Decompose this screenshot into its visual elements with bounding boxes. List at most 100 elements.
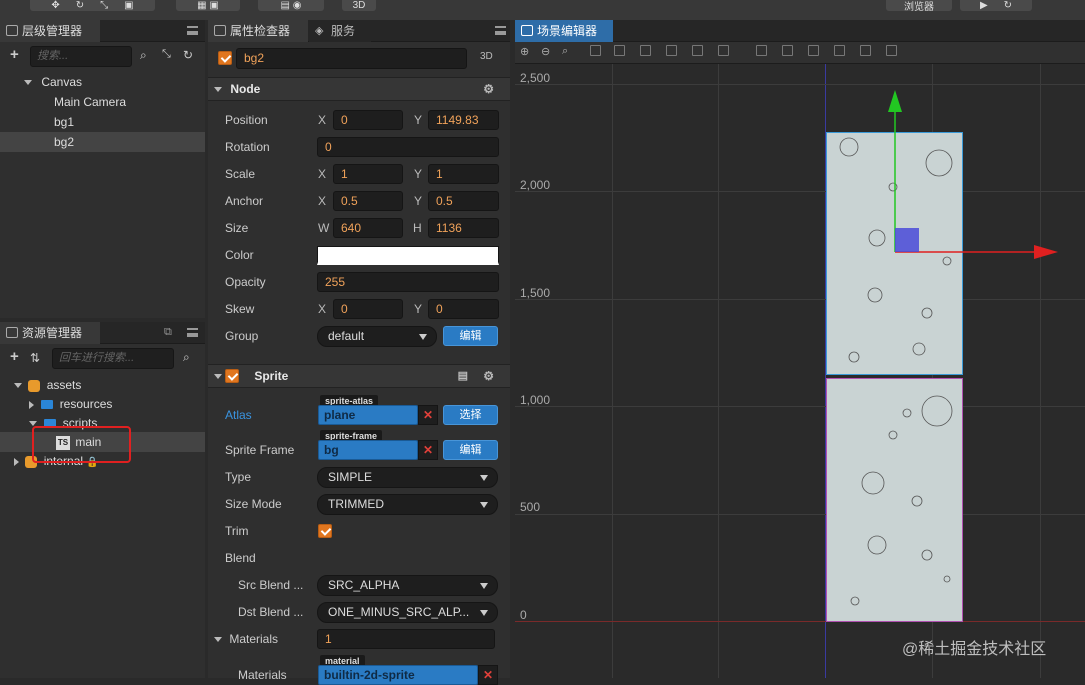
search-icon[interactable]: ⌕ — [183, 350, 190, 365]
position-y-input[interactable]: 1149.83 — [428, 110, 499, 130]
atlas-select-button[interactable]: 选择 — [443, 405, 498, 425]
assets-search-input[interactable]: 回车进行搜索... — [52, 348, 174, 369]
sprite-bg1[interactable] — [826, 378, 963, 622]
zoom-in-icon[interactable]: ⊕ — [520, 45, 529, 58]
align-left-icon[interactable] — [590, 45, 601, 56]
align-top-icon[interactable] — [666, 45, 677, 56]
size-h-input[interactable]: 1136 — [428, 218, 499, 238]
sprite-frame-edit-button[interactable]: 编辑 — [443, 440, 498, 460]
play-icon[interactable]: ▶ — [980, 0, 988, 11]
add-node-button[interactable]: + — [10, 47, 19, 63]
book-icon[interactable]: ▤ — [458, 365, 468, 387]
skew-y-input[interactable]: 0 — [428, 299, 499, 319]
opacity-input[interactable]: 255 — [317, 272, 499, 292]
tree-node-bg2[interactable]: bg2 — [0, 132, 205, 152]
sprite-section-header[interactable]: Sprite ▤ ⚙ — [208, 364, 510, 388]
align-bottom-icon[interactable] — [718, 45, 729, 56]
node-active-checkbox[interactable] — [218, 51, 232, 65]
atlas-asset-field[interactable]: plane — [318, 405, 418, 425]
node-3d-toggle[interactable]: 3D — [480, 51, 493, 62]
align-hcenter-icon[interactable] — [614, 45, 625, 56]
play-controls[interactable]: ▶ ↻ — [960, 0, 1032, 11]
distribute-bottom-icon[interactable] — [808, 45, 819, 56]
refresh-icon[interactable]: ↻ — [183, 48, 193, 62]
material-clear-icon[interactable]: ✕ — [478, 665, 498, 685]
group-edit-button[interactable]: 编辑 — [443, 326, 498, 346]
expand-icon[interactable] — [214, 87, 222, 93]
transform-tools[interactable]: ✥ ↻ ⤡ ▣ — [30, 0, 155, 11]
gizmo-x-arrow-icon[interactable] — [1034, 245, 1058, 259]
tab-hierarchy[interactable]: 层级管理器 — [0, 20, 100, 42]
asset-item-assets[interactable]: assets — [0, 375, 205, 395]
node-name-input[interactable]: bg2 — [236, 48, 467, 69]
search-icon[interactable]: ⌕ — [140, 48, 147, 63]
sort-icon[interactable]: ⇅ — [30, 351, 40, 365]
type-select[interactable]: SIMPLE — [317, 467, 498, 488]
rotation-input[interactable]: 0 — [317, 137, 499, 157]
gear-icon[interactable]: ⚙ — [483, 365, 494, 387]
group-select[interactable]: default — [317, 326, 437, 347]
gizmo-y-arrow-icon[interactable] — [888, 90, 902, 112]
sprite-frame-clear-icon[interactable]: ✕ — [418, 440, 438, 460]
sprite-enabled-checkbox[interactable] — [225, 369, 239, 383]
dst-blend-select[interactable]: ONE_MINUS_SRC_ALP... — [317, 602, 498, 623]
gizmo-center-handle[interactable] — [895, 228, 919, 252]
size-w-input[interactable]: 640 — [333, 218, 403, 238]
sprite-frame-asset-field[interactable]: bg — [318, 440, 418, 460]
atlas-clear-icon[interactable]: ✕ — [418, 405, 438, 425]
expand-icon[interactable] — [14, 383, 22, 389]
tab-services[interactable]: ◈ 服务 — [309, 20, 371, 42]
collapsed-icon[interactable] — [29, 400, 34, 409]
tab-scene-editor[interactable]: 场景编辑器 — [515, 20, 613, 42]
panel-menu-icon[interactable] — [495, 26, 506, 35]
mode-3d-button[interactable]: 3D — [342, 0, 376, 11]
collapsed-icon[interactable] — [14, 457, 19, 466]
move-gizmo[interactable] — [880, 86, 1060, 262]
expand-icon[interactable] — [214, 374, 222, 380]
anchor-x-input[interactable]: 0.5 — [333, 191, 403, 211]
color-swatch[interactable] — [317, 246, 499, 265]
material-asset-field[interactable]: builtin-2d-sprite — [318, 665, 478, 685]
move-tool-icon[interactable]: ✥ — [51, 0, 59, 11]
panel-menu-icon[interactable] — [187, 328, 198, 337]
trim-checkbox[interactable] — [318, 524, 332, 538]
zoom-out-icon[interactable]: ⊖ — [541, 45, 550, 58]
tab-inspector[interactable]: 属性检查器 — [208, 20, 308, 42]
asset-item-resources[interactable]: resources — [0, 394, 205, 414]
tree-node-main-camera[interactable]: Main Camera — [0, 92, 205, 112]
node-section-header[interactable]: Node ⚙ — [208, 77, 510, 101]
zoom-fit-icon[interactable]: ⌕ — [562, 45, 568, 58]
hierarchy-search-input[interactable]: 搜索... — [30, 46, 132, 67]
popout-icon[interactable]: ⧉ — [164, 326, 172, 339]
align-vcenter-icon[interactable] — [692, 45, 703, 56]
coord-tools[interactable]: ▤ ◉ — [258, 0, 324, 11]
distribute-hcenter-icon[interactable] — [860, 45, 871, 56]
expand-icon[interactable] — [214, 637, 222, 643]
pivot-tools[interactable]: ▦ ▣ — [176, 0, 240, 11]
distribute-top-icon[interactable] — [756, 45, 767, 56]
distribute-right-icon[interactable] — [886, 45, 897, 56]
panel-menu-icon[interactable] — [187, 26, 198, 35]
scale-x-input[interactable]: 1 — [333, 164, 403, 184]
tab-assets[interactable]: 资源管理器 — [0, 322, 100, 344]
src-blend-select[interactable]: SRC_ALPHA — [317, 575, 498, 596]
scale-tool-icon[interactable]: ⤡ — [100, 0, 108, 11]
refresh-icon[interactable]: ↻ — [1004, 0, 1012, 11]
distribute-vcenter-icon[interactable] — [782, 45, 793, 56]
scale-y-input[interactable]: 1 — [428, 164, 499, 184]
position-x-input[interactable]: 0 — [333, 110, 403, 130]
expand-icon[interactable] — [24, 80, 32, 86]
gear-icon[interactable]: ⚙ — [483, 78, 494, 100]
collapse-icon[interactable]: ⤡ — [162, 48, 171, 61]
anchor-y-input[interactable]: 0.5 — [428, 191, 499, 211]
distribute-left-icon[interactable] — [834, 45, 845, 56]
tree-node-canvas[interactable]: Canvas — [0, 72, 205, 92]
rotate-tool-icon[interactable]: ↻ — [76, 0, 84, 11]
tree-node-bg1[interactable]: bg1 — [0, 112, 205, 132]
align-right-icon[interactable] — [640, 45, 651, 56]
skew-x-input[interactable]: 0 — [333, 299, 403, 319]
size-mode-select[interactable]: TRIMMED — [317, 494, 498, 515]
preview-platform-select[interactable]: 浏览器 — [886, 0, 952, 11]
materials-count-input[interactable]: 1 — [317, 629, 495, 649]
add-asset-button[interactable]: + — [10, 349, 19, 365]
